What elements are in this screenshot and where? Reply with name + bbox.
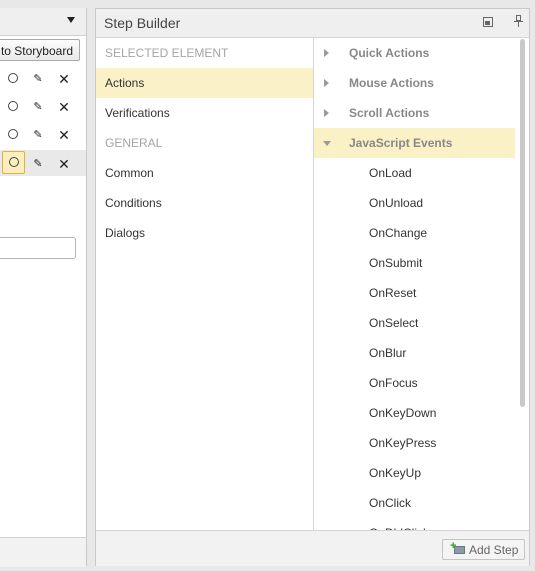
pencil-icon[interactable]: ✎ bbox=[30, 99, 46, 115]
add-step-label: Add Step bbox=[469, 543, 519, 557]
tree-group-javascript-events[interactable]: JavaScript Events bbox=[314, 128, 515, 158]
category-item-common[interactable]: Common bbox=[96, 158, 313, 188]
step-row-selected[interactable]: ✎ ✕ bbox=[0, 150, 86, 176]
tree-scrollbar[interactable] bbox=[520, 39, 525, 407]
maximize-icon[interactable] bbox=[483, 17, 493, 27]
step-builder-header: Step Builder bbox=[96, 9, 529, 38]
pencil-icon[interactable]: ✎ bbox=[30, 156, 46, 172]
step-row[interactable]: ✎ ✕ bbox=[0, 122, 86, 148]
category-item-verifications[interactable]: Verifications bbox=[96, 98, 313, 128]
eye-icon[interactable] bbox=[5, 71, 21, 87]
close-icon[interactable]: ✕ bbox=[56, 156, 72, 172]
dropdown-arrow-icon[interactable] bbox=[67, 17, 75, 23]
tree-item-onunload[interactable]: OnUnload bbox=[314, 188, 515, 218]
expand-arrow-icon[interactable] bbox=[324, 79, 329, 87]
category-item-actions[interactable]: Actions bbox=[96, 68, 313, 98]
add-step-button[interactable]: + Add Step bbox=[442, 539, 525, 560]
tree-item-onfocus[interactable]: OnFocus bbox=[314, 368, 515, 398]
add-to-storyboard-button[interactable]: to Storyboard bbox=[0, 39, 80, 61]
category-list: SELECTED ELEMENT Actions Verifications GENE… bbox=[96, 38, 314, 530]
left-panel-header bbox=[0, 8, 86, 36]
tree-group-scroll-actions[interactable]: Scroll Actions bbox=[314, 98, 515, 128]
category-heading: GENERAL bbox=[105, 136, 163, 150]
tree-group-label: Quick Actions bbox=[349, 46, 430, 60]
pencil-icon[interactable]: ✎ bbox=[30, 127, 46, 143]
eye-icon[interactable] bbox=[5, 99, 21, 115]
tree-item-onreset[interactable]: OnReset bbox=[314, 278, 515, 308]
tree-group-label: Scroll Actions bbox=[349, 106, 430, 120]
pin-icon[interactable] bbox=[514, 15, 524, 29]
step-row[interactable]: ✎ ✕ bbox=[0, 66, 86, 92]
tree-item-onchange[interactable]: OnChange bbox=[314, 218, 515, 248]
tree-item-onkeypress[interactable]: OnKeyPress bbox=[314, 428, 515, 458]
tree-item-onsubmit[interactable]: OnSubmit bbox=[314, 248, 515, 278]
step-builder-footer: + Add Step bbox=[96, 530, 529, 566]
tree-item-onkeyup[interactable]: OnKeyUp bbox=[314, 458, 515, 488]
close-icon[interactable]: ✕ bbox=[56, 127, 72, 143]
tree-item-onselect[interactable]: OnSelect bbox=[314, 308, 515, 338]
close-icon[interactable]: ✕ bbox=[56, 71, 72, 87]
step-tree: Quick Actions Mouse Actions Scroll Actions… bbox=[314, 38, 529, 530]
panel-title: Step Builder bbox=[104, 15, 181, 31]
expand-arrow-icon[interactable] bbox=[324, 109, 329, 117]
text-input[interactable] bbox=[0, 237, 76, 259]
eye-icon[interactable] bbox=[2, 151, 25, 174]
collapse-arrow-icon[interactable] bbox=[323, 141, 331, 146]
step-builder-panel: Step Builder SELECTED ELEMENT Actions Veri… bbox=[95, 8, 530, 566]
tree-item-onblur[interactable]: OnBlur bbox=[314, 338, 515, 368]
tree-item-ondblclick[interactable]: OnDblClick bbox=[314, 518, 515, 530]
step-row[interactable]: ✎ ✕ bbox=[0, 94, 86, 120]
add-step-icon: + bbox=[450, 541, 466, 555]
tree-item-onkeydown[interactable]: OnKeyDown bbox=[314, 398, 515, 428]
category-heading: SELECTED ELEMENT bbox=[105, 46, 229, 60]
pencil-icon[interactable]: ✎ bbox=[30, 71, 46, 87]
left-panel: to Storyboard ✎ ✕ ✎ ✕ ✎ ✕ ✎ ✕ bbox=[0, 8, 87, 567]
tree-item-onload[interactable]: OnLoad bbox=[314, 158, 515, 188]
tree-group-label: Mouse Actions bbox=[349, 76, 434, 90]
eye-icon[interactable] bbox=[5, 127, 21, 143]
expand-arrow-icon[interactable] bbox=[324, 49, 329, 57]
category-item-conditions[interactable]: Conditions bbox=[96, 188, 313, 218]
tree-group-quick-actions[interactable]: Quick Actions bbox=[314, 38, 515, 68]
tree-item-onclick[interactable]: OnClick bbox=[314, 488, 515, 518]
close-icon[interactable]: ✕ bbox=[56, 99, 72, 115]
tree-group-mouse-actions[interactable]: Mouse Actions bbox=[314, 68, 515, 98]
category-item-dialogs[interactable]: Dialogs bbox=[96, 218, 313, 248]
tree-group-label: JavaScript Events bbox=[349, 136, 453, 150]
left-panel-footer bbox=[0, 537, 86, 567]
